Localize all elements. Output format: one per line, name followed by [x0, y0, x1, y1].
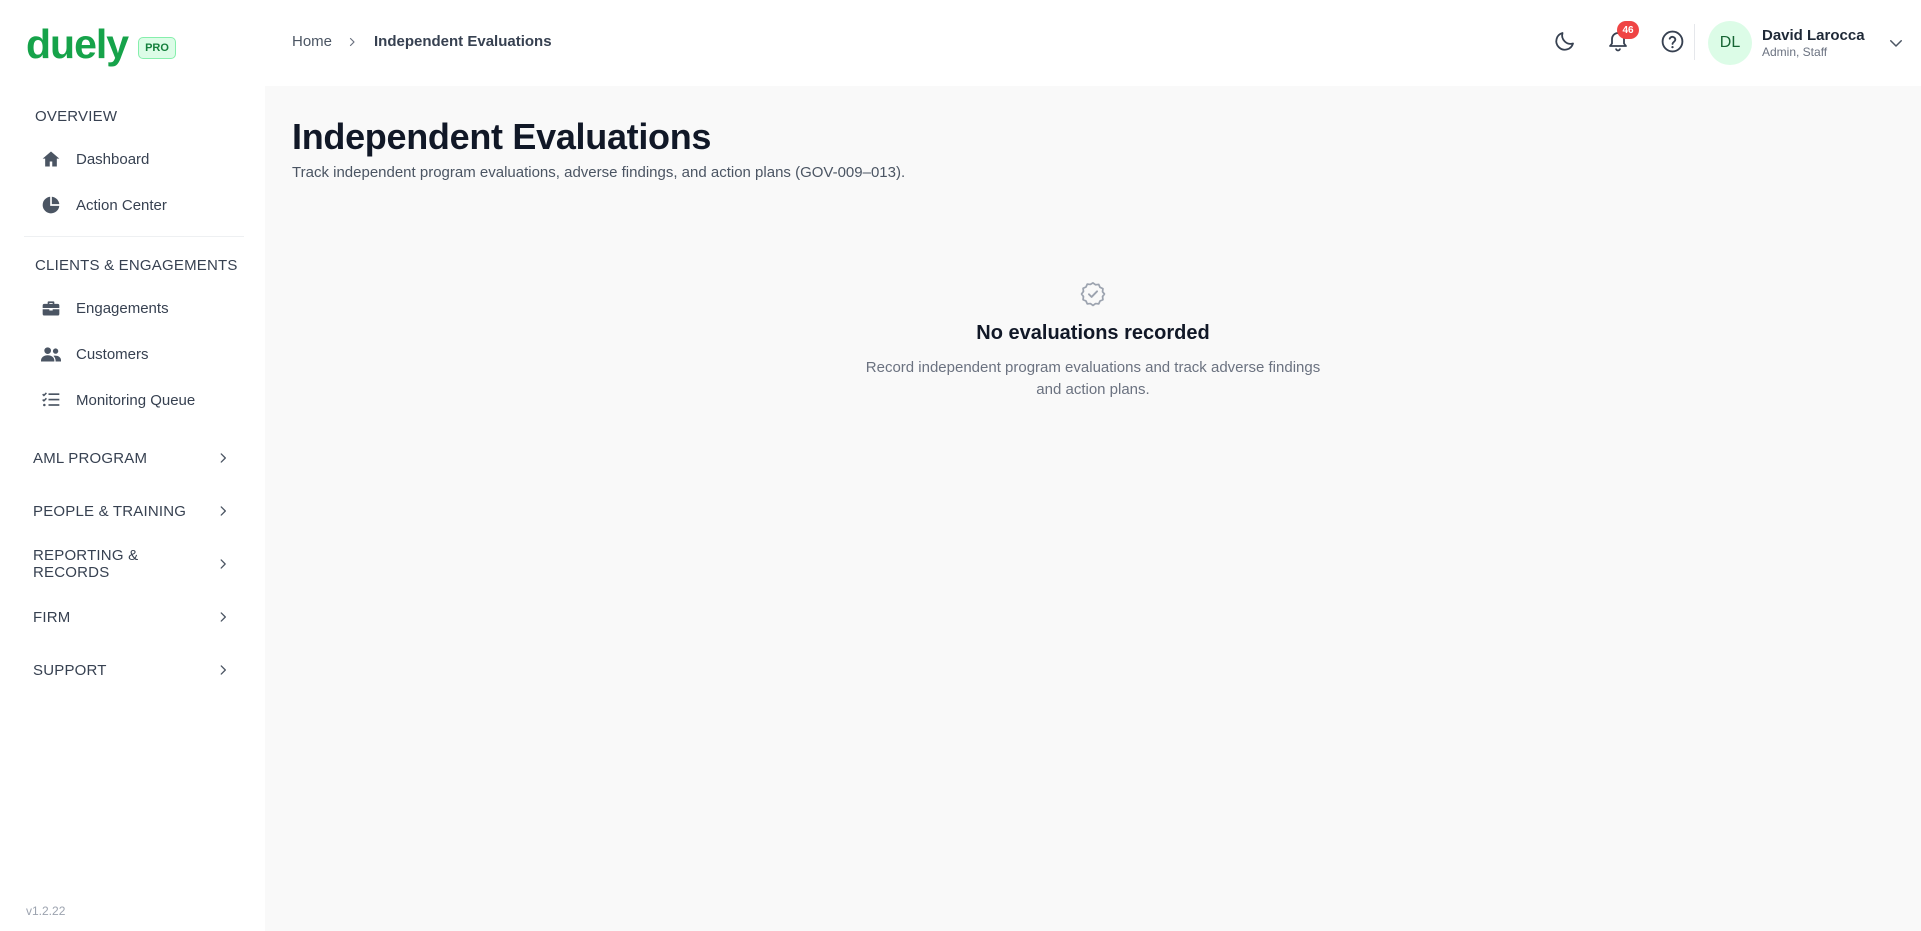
page-title: Independent Evaluations — [292, 116, 712, 157]
checklist-icon — [40, 389, 62, 411]
empty-state-title: No evaluations recorded — [976, 322, 1210, 344]
home-icon — [40, 148, 62, 170]
chevron-down-icon — [1889, 40, 1902, 47]
nav-group-aml-program[interactable]: AML PROGRAM — [22, 438, 240, 478]
sidebar-item-customers[interactable]: Customers — [36, 335, 246, 373]
sidebar-item-action-center[interactable]: Action Center — [36, 186, 246, 224]
user-menu[interactable]: DL David Larocca Admin, Staff — [1708, 20, 1905, 66]
sidebar-item-monitoring-queue[interactable]: Monitoring Queue — [36, 381, 246, 419]
empty-state-description: Record independent program evaluations a… — [865, 359, 1321, 398]
sidebar-item-dashboard[interactable]: Dashboard — [36, 140, 246, 178]
nav-group-support[interactable]: SUPPORT — [22, 650, 240, 690]
chevron-right-icon — [220, 506, 226, 516]
empty-state: No evaluations recorded Record independe… — [793, 280, 1393, 401]
nav-group-label: FIRM — [33, 608, 71, 626]
breadcrumb-home-link[interactable]: Home — [292, 33, 332, 50]
users-icon — [40, 343, 62, 365]
sidebar-item-label: Customers — [76, 345, 149, 363]
pie-chart-icon — [40, 194, 62, 216]
page-subtitle: Track independent program evaluations, a… — [292, 164, 906, 181]
briefcase-icon — [40, 297, 62, 319]
nav-group-reporting-records[interactable]: REPORTING & RECORDS — [22, 544, 240, 584]
theme-toggle-button[interactable] — [1550, 26, 1580, 56]
chevron-right-icon — [220, 559, 227, 569]
nav-group-label: SUPPORT — [33, 661, 107, 679]
breadcrumb: Home Independent Evaluations — [292, 33, 552, 50]
notifications-button[interactable]: 46 — [1603, 21, 1639, 56]
sidebar-item-label: Action Center — [76, 196, 167, 214]
chevron-right-icon — [220, 453, 226, 463]
avatar: DL — [1708, 21, 1752, 65]
chevron-right-icon — [346, 35, 360, 49]
user-role: Admin, Staff — [1762, 44, 1828, 59]
notification-count-badge: 46 — [1617, 21, 1639, 39]
main-content: Independent Evaluations Track independen… — [265, 86, 1921, 931]
brand-name: duely — [26, 21, 129, 67]
user-info: David Larocca Admin, Staff — [1762, 27, 1865, 60]
moon-icon — [1555, 32, 1574, 51]
nav-group-label: AML PROGRAM — [33, 449, 148, 467]
nav-group-people-training[interactable]: PEOPLE & TRAINING — [22, 491, 240, 531]
pro-badge: PRO — [138, 36, 176, 59]
sidebar: duely PRO OVERVIEW Dashboard Action Cent… — [0, 0, 265, 931]
help-circle-icon — [1661, 30, 1683, 52]
app-version: v1.2.22 — [26, 904, 66, 918]
breadcrumb-current: Independent Evaluations — [374, 33, 552, 50]
user-name: David Larocca — [1762, 26, 1865, 44]
sidebar-item-label: Engagements — [76, 299, 169, 317]
topbar-divider — [1694, 24, 1695, 60]
topbar: Home Independent Evaluations 46 DL David… — [265, 0, 1921, 86]
nav-heading-overview: OVERVIEW — [35, 108, 118, 125]
sidebar-item-label: Dashboard — [76, 150, 150, 168]
badge-check-icon — [1079, 280, 1107, 308]
nav-group-label: REPORTING & RECORDS — [33, 547, 139, 581]
chevron-right-icon — [220, 612, 226, 622]
sidebar-item-engagements[interactable]: Engagements — [36, 289, 246, 327]
nav-divider — [24, 236, 244, 237]
nav-group-label: PEOPLE & TRAINING — [33, 502, 187, 520]
chevron-right-icon — [220, 665, 226, 675]
help-button[interactable] — [1657, 26, 1687, 56]
brand-logo[interactable]: duely PRO — [26, 24, 176, 65]
nav-group-firm[interactable]: FIRM — [22, 597, 240, 637]
nav-heading-clients-engagements: CLIENTS & ENGAGEMENTS — [35, 257, 238, 274]
sidebar-item-label: Monitoring Queue — [76, 391, 196, 409]
